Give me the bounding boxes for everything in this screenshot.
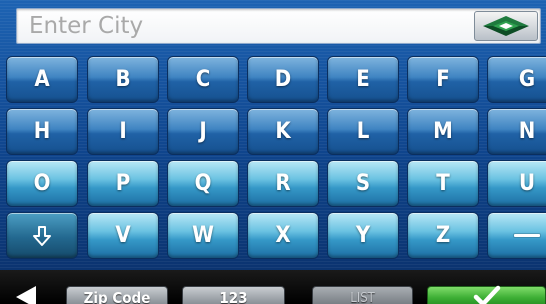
bottom-toolbar: Zip Code 123 LIST (0, 270, 546, 304)
space-key[interactable] (487, 212, 546, 259)
down-arrow-icon (33, 225, 51, 246)
key-g[interactable]: G (487, 56, 546, 103)
key-c[interactable]: C (167, 56, 239, 103)
key-n[interactable]: N (487, 108, 546, 155)
city-entry-screen: A B C D E F G H I J K L M N O P Q R S T … (0, 0, 546, 304)
key-i[interactable]: I (87, 108, 159, 155)
key-w[interactable]: W (167, 212, 239, 259)
zip-code-button[interactable]: Zip Code (66, 286, 168, 304)
key-j[interactable]: J (167, 108, 239, 155)
space-icon (514, 234, 540, 237)
key-r[interactable]: R (247, 160, 319, 207)
keyboard: A B C D E F G H I J K L M N O P Q R S T … (0, 0, 546, 304)
key-e[interactable]: E (327, 56, 399, 103)
shift-key[interactable] (6, 212, 78, 259)
numbers-button[interactable]: 123 (182, 286, 285, 304)
key-t[interactable]: T (407, 160, 479, 207)
key-f[interactable]: F (407, 56, 479, 103)
key-x[interactable]: X (247, 212, 319, 259)
key-a[interactable]: A (6, 56, 78, 103)
key-y[interactable]: Y (327, 212, 399, 259)
key-u[interactable]: U (487, 160, 546, 207)
key-l[interactable]: L (327, 108, 399, 155)
checkmark-icon (473, 285, 500, 304)
key-s[interactable]: S (327, 160, 399, 207)
key-p[interactable]: P (87, 160, 159, 207)
key-z[interactable]: Z (407, 212, 479, 259)
back-arrow-icon (16, 286, 36, 304)
back-button[interactable] (6, 286, 56, 304)
key-o[interactable]: O (6, 160, 78, 207)
key-m[interactable]: M (407, 108, 479, 155)
key-q[interactable]: Q (167, 160, 239, 207)
key-k[interactable]: K (247, 108, 319, 155)
key-v[interactable]: V (87, 212, 159, 259)
ok-button[interactable] (427, 285, 546, 304)
list-button[interactable]: LIST (312, 286, 413, 304)
key-d[interactable]: D (247, 56, 319, 103)
key-b[interactable]: B (87, 56, 159, 103)
key-h[interactable]: H (6, 108, 78, 155)
